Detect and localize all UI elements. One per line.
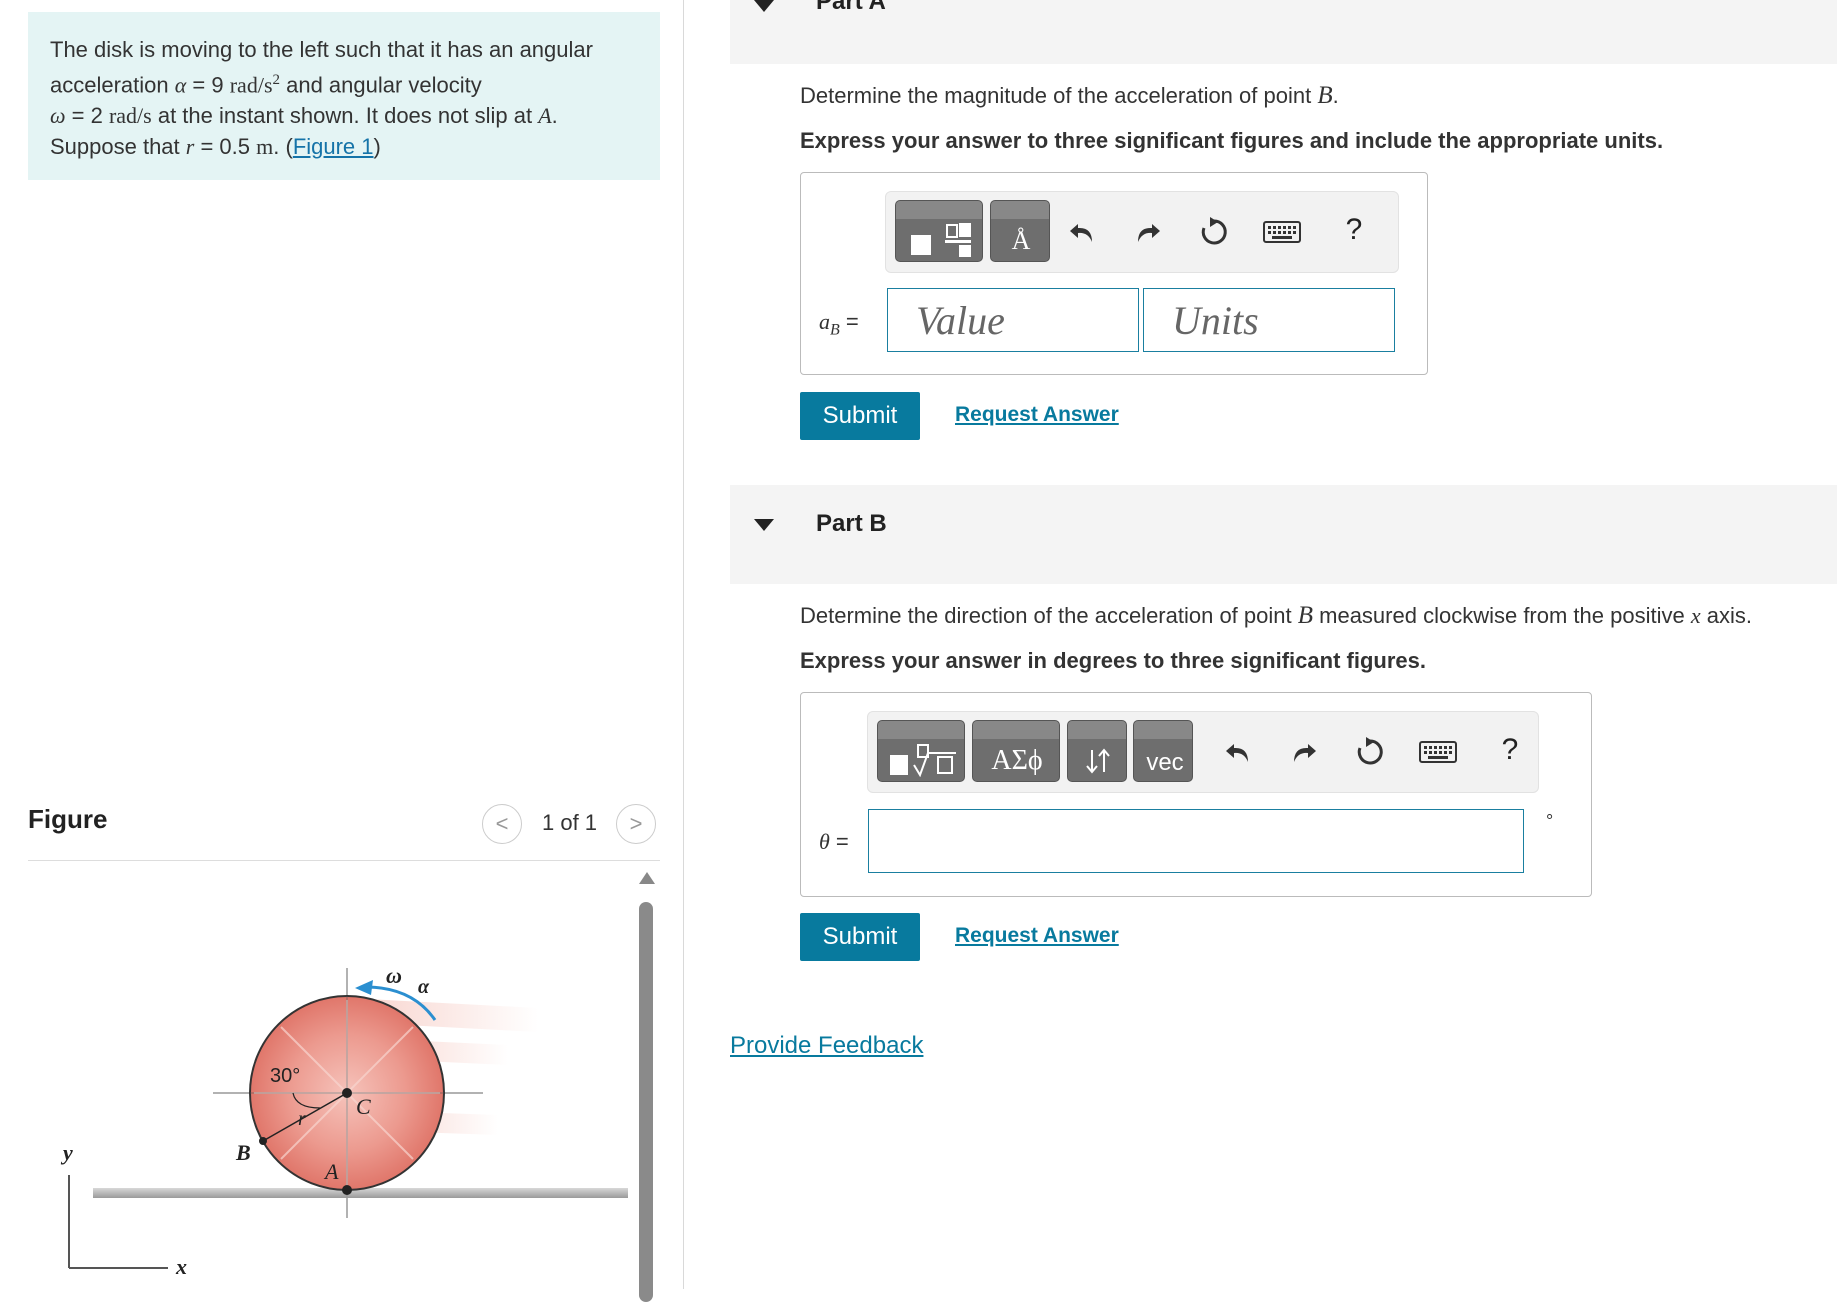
degree-symbol: ° [1546, 811, 1554, 831]
units-input[interactable]: Units [1143, 288, 1395, 352]
alpha-label: α [418, 976, 430, 998]
right-panel: Part A Determine the magnitude of the ac… [684, 0, 1837, 1289]
omega-arrowhead [355, 980, 373, 995]
part-b-request-answer-link[interactable]: Request Answer [955, 924, 1119, 948]
part-b-instruction: Express your answer in degrees to three … [800, 648, 1426, 673]
greek-symbols-button[interactable]: ΑΣϕ [972, 720, 1060, 782]
scroll-thumb[interactable] [639, 902, 653, 1302]
redo-icon[interactable] [1286, 734, 1322, 770]
B-label: B [235, 1140, 251, 1165]
point-A [342, 1185, 352, 1195]
undo-icon[interactable] [1064, 214, 1100, 250]
problem-line-2: acceleration α = 9 rad/s2 and angular ve… [50, 72, 482, 98]
theta-label: θ = [819, 829, 849, 854]
angle-label: 30° [270, 1065, 300, 1087]
part-b-header[interactable]: Part B [730, 485, 1837, 584]
sort-button[interactable] [1067, 720, 1127, 782]
templates-button[interactable] [877, 720, 965, 782]
part-a-instruction: Express your answer to three significant… [800, 128, 1664, 153]
up-down-arrows-icon [1080, 743, 1116, 779]
part-b-toolbar: ΑΣϕ vec ? [867, 711, 1539, 793]
undo-icon[interactable] [1220, 734, 1256, 770]
part-a-question: Determine the magnitude of the accelerat… [800, 82, 1339, 109]
vec-icon: vec [1146, 749, 1184, 776]
figure-image: ω α 30° r C B A y x [28, 870, 648, 1289]
part-b-answer-box: ΑΣϕ vec ? θ = ° [800, 692, 1592, 897]
reset-icon[interactable] [1352, 734, 1388, 770]
figure-pager-text: 1 of 1 [542, 810, 598, 835]
x-label: x [175, 1254, 187, 1279]
vector-button[interactable]: vec [1133, 720, 1193, 782]
point-C [342, 1088, 352, 1098]
problem-line-4: Suppose that r = 0.5 m. (Figure 1) [50, 134, 381, 160]
part-b-submit-button[interactable]: Submit [800, 913, 920, 961]
collapse-triangle-icon[interactable] [754, 0, 774, 12]
r-label: r [298, 1108, 306, 1130]
greek-icon: ΑΣϕ [991, 745, 1043, 776]
part-b-question: Determine the direction of the accelerat… [800, 602, 1752, 629]
fraction-template-icon [908, 221, 974, 257]
part-a-label: Part A [816, 0, 886, 15]
problem-line-1: The disk is moving to the left such that… [50, 37, 593, 62]
a-b-label: aB = [819, 309, 859, 339]
figure-scrollbar[interactable] [637, 872, 655, 1302]
redo-icon[interactable] [1130, 214, 1166, 250]
keyboard-icon[interactable] [1262, 214, 1302, 250]
part-a-request-answer-link[interactable]: Request Answer [955, 403, 1119, 427]
reset-icon[interactable] [1196, 214, 1232, 250]
angstrom-icon: Å [1011, 226, 1031, 255]
templates-button[interactable] [895, 200, 983, 262]
figure-header: Figure < 1 of 1 > [28, 796, 660, 861]
part-a-submit-button[interactable]: Submit [800, 392, 920, 440]
left-panel: The disk is moving to the left such that… [0, 0, 683, 1302]
value-input[interactable]: Value [887, 288, 1139, 352]
part-a-header[interactable]: Part A [730, 0, 1837, 64]
sqrt-template-icon [888, 741, 958, 777]
problem-line-3: ω = 2 rad/s at the instant shown. It doe… [50, 103, 558, 129]
provide-feedback-link[interactable]: Provide Feedback [730, 1032, 923, 1060]
next-figure-button[interactable]: > [616, 804, 656, 844]
part-a-answer-box: Å ? aB = Value Units [800, 172, 1428, 375]
prev-figure-button[interactable]: < [482, 804, 522, 844]
omega-label: ω [386, 963, 402, 988]
A-label: A [323, 1159, 339, 1184]
point-B [259, 1137, 267, 1145]
keyboard-icon[interactable] [1418, 734, 1458, 770]
figure-link[interactable]: Figure 1 [293, 134, 374, 159]
figure-title: Figure [28, 804, 108, 834]
collapse-triangle-icon[interactable] [754, 519, 774, 531]
chevron-right-icon: > [629, 811, 643, 836]
problem-statement: The disk is moving to the left such that… [28, 12, 660, 180]
C-label: C [356, 1094, 371, 1119]
help-icon[interactable]: ? [1336, 212, 1372, 248]
disk-diagram: ω α 30° r C B A y x [60, 963, 628, 1279]
chevron-left-icon: < [495, 811, 509, 836]
help-icon[interactable]: ? [1492, 732, 1528, 768]
y-label: y [60, 1140, 73, 1165]
part-a-toolbar: Å ? [885, 191, 1399, 273]
units-button[interactable]: Å [990, 200, 1050, 262]
theta-input[interactable] [868, 809, 1524, 873]
scroll-up-icon[interactable] [639, 872, 655, 884]
part-b-label: Part B [816, 510, 887, 537]
